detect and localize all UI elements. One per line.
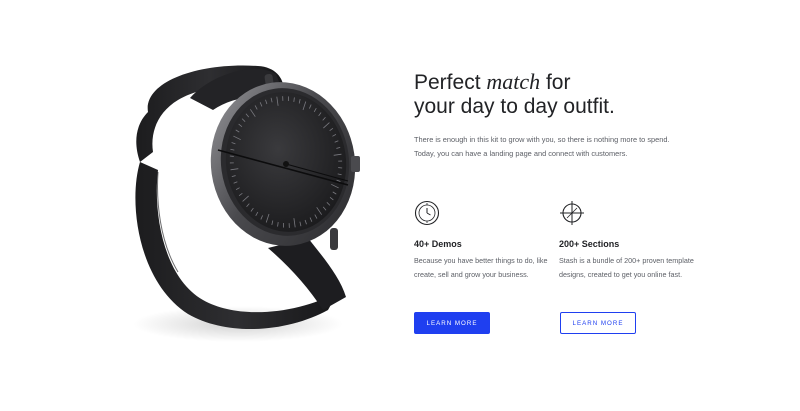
clock-icon (414, 200, 440, 226)
headline-emphasis: match (486, 69, 541, 94)
learn-more-demos-button[interactable]: LEARN MORE (414, 312, 490, 334)
learn-more-sections-button[interactable]: LEARN MORE (560, 312, 636, 334)
watch-product-image (118, 52, 378, 352)
crosshair-icon (560, 201, 584, 225)
feature-description: Stash is a bundle of 200+ proven templat… (559, 256, 694, 279)
feature-title: 40+ Demos (414, 239, 462, 249)
hero-headline: Perfect match for your day to day outfit… (414, 70, 744, 119)
feature-sections: 200+ Sections Stash is a bundle of 200+ … (559, 200, 694, 281)
feature-description: Because you have better things to do, li… (414, 256, 548, 279)
feature-title: 200+ Sections (559, 239, 620, 249)
feature-demos: 40+ Demos Because you have better things… (414, 200, 549, 281)
intro-line1: There is enough in this kit to grow with… (414, 135, 670, 144)
intro-line2: Today, you can have a landing page and c… (414, 148, 628, 158)
hero-intro-text: There is enough in this kit to grow with… (414, 133, 714, 160)
headline-line2: your day to day outfit. (414, 95, 615, 118)
headline-part1: Perfect (414, 71, 487, 94)
headline-part2: for (540, 71, 571, 94)
